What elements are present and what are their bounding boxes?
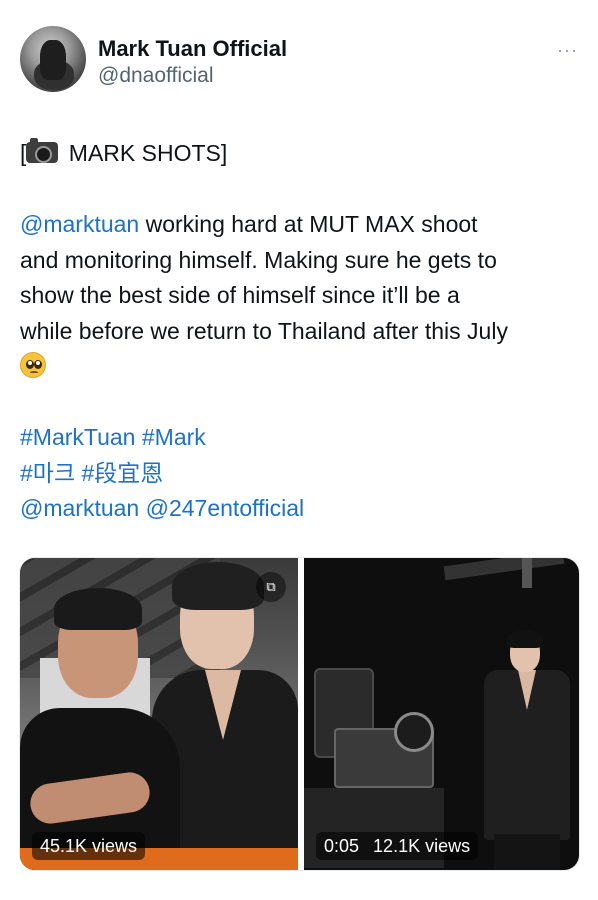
view-count-1: 45.1K views xyxy=(32,832,146,860)
model-hair xyxy=(507,630,543,648)
author-handle[interactable]: @dnaofficial xyxy=(98,64,214,88)
model-legs xyxy=(494,834,560,870)
gif-badge-icon[interactable]: ⧉ xyxy=(256,572,286,602)
video-duration: 0:05 xyxy=(324,836,360,856)
tweet-body-line-1: @marktuan working hard at MUT MAX shoot xyxy=(20,207,580,243)
mentions-line: @marktuan @247entofficial xyxy=(20,491,580,527)
person-suit-hair xyxy=(172,562,264,610)
camera-emoji-icon xyxy=(26,138,59,163)
media-video-1[interactable]: ⧉ 45.1K views xyxy=(20,558,298,870)
hashtags-line-1[interactable]: #MarkTuan #Mark xyxy=(20,420,580,456)
pleading-face-emoji-icon xyxy=(20,352,46,378)
tweet-body-line-3: show the best side of himself since it’l… xyxy=(20,282,460,308)
tweet-body-text: working hard at MUT MAX shoot xyxy=(139,211,478,237)
tweet-title-line: [ MARK SHOTS] xyxy=(20,136,580,172)
person-tshirt-hair xyxy=(54,588,142,630)
author-display-name[interactable]: Mark Tuan Official xyxy=(98,36,287,62)
tweet-header: Mark Tuan Official @dnaofficial ··· xyxy=(20,26,580,98)
tweet-body-line-4: while before we return to Thailand after… xyxy=(20,317,508,344)
tweet-body-line-2: and monitoring himself. Making sure he g… xyxy=(20,246,497,273)
mention-link-247ent[interactable]: @247entofficial xyxy=(146,495,304,521)
mention-link-marktuan[interactable]: @marktuan xyxy=(20,495,139,521)
studio-boom-arm xyxy=(522,558,532,588)
studio-boom xyxy=(443,558,565,581)
avatar[interactable] xyxy=(20,26,86,92)
media-grid: ⧉ 45.1K views 0:05 12.1K views xyxy=(19,557,580,871)
tweet-title: MARK SHOTS] xyxy=(62,140,228,166)
mention-link[interactable]: @marktuan xyxy=(20,211,139,237)
hashtags-line-2[interactable]: #마크 #段宜恩 xyxy=(20,456,580,492)
avatar-figure-head xyxy=(40,40,66,80)
media-video-2[interactable]: 0:05 12.1K views xyxy=(304,558,579,870)
view-count-2: 12.1K views xyxy=(373,836,471,856)
tweet-body-line-5 xyxy=(20,349,580,385)
more-options-icon[interactable]: ··· xyxy=(557,40,578,61)
video-duration-and-views: 0:05 12.1K views xyxy=(316,832,479,860)
tweet-text: [ MARK SHOTS] @marktuan working hard at … xyxy=(20,136,580,527)
